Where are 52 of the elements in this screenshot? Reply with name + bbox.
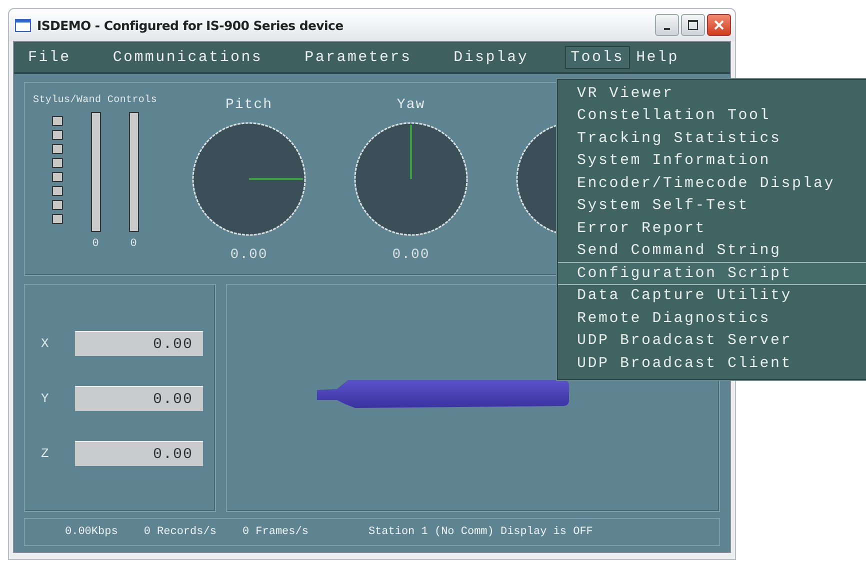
dial-label: Pitch bbox=[226, 97, 273, 115]
stylus-button-indicator bbox=[52, 116, 63, 126]
menu-option[interactable]: Send Command String bbox=[558, 240, 866, 262]
axis-label: X bbox=[41, 336, 50, 350]
stylus-button-indicator bbox=[52, 172, 63, 182]
stylus-button-indicator bbox=[52, 158, 63, 168]
stylus-button-indicator bbox=[52, 144, 63, 154]
menu-option[interactable]: VR Viewer bbox=[558, 82, 866, 104]
menu-option[interactable]: Data Capture Utility bbox=[558, 284, 866, 307]
stylus-button-indicator bbox=[52, 200, 63, 210]
menu-option[interactable]: UDP Broadcast Client bbox=[558, 352, 866, 374]
menu-option[interactable]: Remote Diagnostics bbox=[558, 307, 866, 330]
menu-option[interactable]: System Information bbox=[558, 150, 866, 172]
panel-title: Stylus/Wand Controls bbox=[33, 95, 158, 106]
window-icon bbox=[15, 18, 31, 32]
status-text: 0 Frames/s bbox=[242, 526, 308, 538]
dial-reading: 0.00 bbox=[392, 247, 430, 263]
menu-item[interactable]: Tools bbox=[564, 46, 630, 68]
stylus-button-indicator bbox=[52, 130, 63, 140]
dial-reading: 0.00 bbox=[230, 247, 268, 263]
slider-reading: 0 bbox=[130, 238, 137, 250]
menu-item[interactable]: Display bbox=[448, 46, 535, 68]
menu-item[interactable]: Parameters bbox=[298, 46, 418, 68]
status-text: 0 Records/s bbox=[144, 526, 216, 538]
menu-item[interactable]: Communications bbox=[106, 46, 269, 68]
menu-option[interactable]: Constellation Tool bbox=[558, 104, 866, 127]
close-button[interactable] bbox=[707, 14, 731, 36]
menu-option[interactable]: Tracking Statistics bbox=[558, 127, 866, 150]
maximize-button[interactable] bbox=[681, 14, 705, 36]
menu-option[interactable]: System Self-Test bbox=[558, 194, 866, 217]
axis-label: Y bbox=[41, 390, 50, 406]
dial-label: Yaw bbox=[396, 97, 426, 115]
status-text: 0.00Kbps bbox=[65, 526, 118, 538]
menu-option[interactable]: Error Report bbox=[558, 217, 866, 240]
stylus-button-indicator bbox=[52, 186, 63, 196]
stylus-button-indicator bbox=[52, 214, 63, 224]
maximize-icon bbox=[688, 20, 698, 30]
menu-option[interactable]: UDP Broadcast Server bbox=[558, 330, 866, 352]
menu-item[interactable]: File bbox=[22, 46, 77, 68]
value-display: 0.00 bbox=[75, 330, 203, 356]
menu-option[interactable]: Configuration Script bbox=[558, 262, 866, 284]
menu-item[interactable]: Help bbox=[630, 46, 685, 68]
axis-label: Z bbox=[41, 446, 50, 460]
value-display: 0.00 bbox=[75, 440, 203, 466]
window-title: ISDEMO - Configured for IS-900 Series device bbox=[37, 18, 344, 32]
menu-option[interactable]: Encoder/Timecode Display bbox=[558, 172, 866, 194]
value-display: 0.00 bbox=[75, 386, 203, 410]
status-text: Station 1 (No Comm) Display is OFF bbox=[368, 526, 593, 538]
minimize-icon bbox=[664, 28, 670, 30]
minimize-button[interactable] bbox=[655, 14, 679, 36]
slider-reading: 0 bbox=[92, 238, 99, 250]
close-icon bbox=[714, 20, 724, 30]
